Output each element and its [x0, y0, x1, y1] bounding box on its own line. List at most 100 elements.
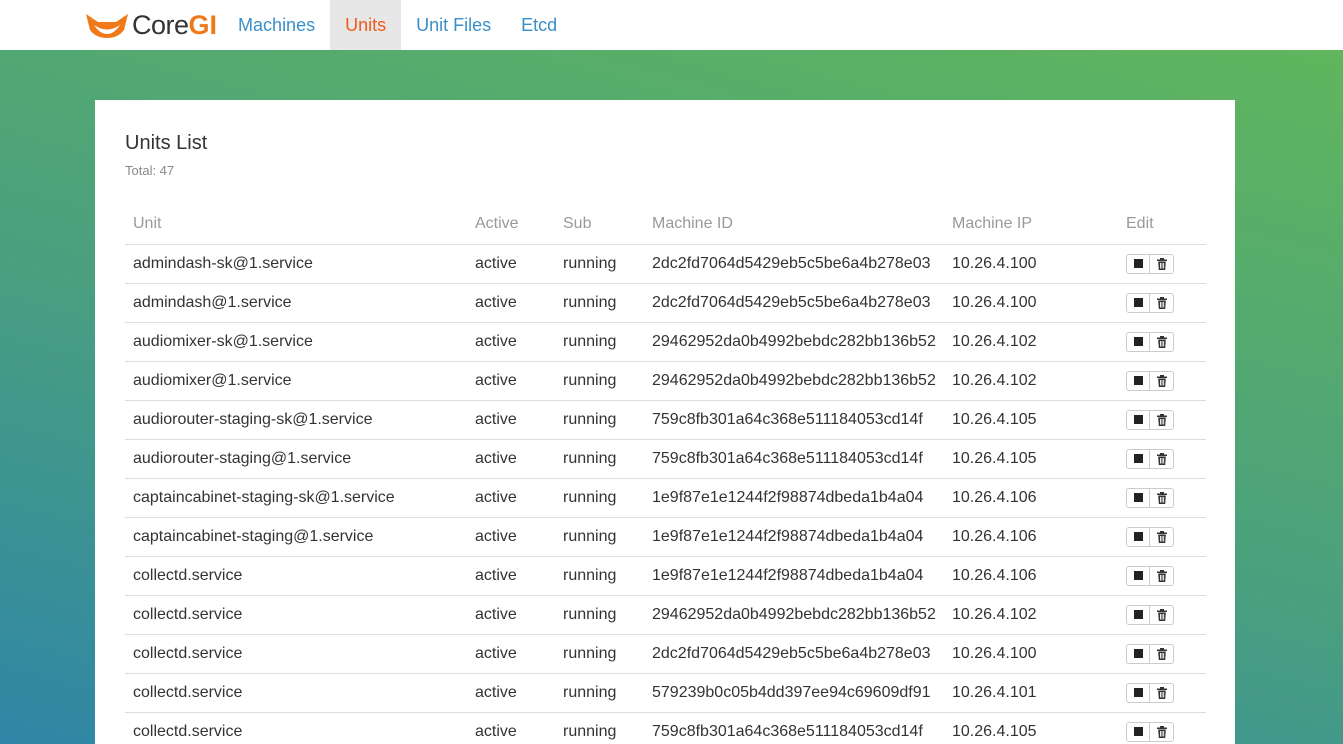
unit-machine-id: 759c8fb301a64c368e511184053cd14f: [644, 439, 944, 479]
unit-sub: running: [555, 478, 644, 518]
unit-machine-ip: 10.26.4.102: [944, 322, 1118, 362]
edit-button-group: [1126, 682, 1174, 703]
unit-machine-ip: 10.26.4.100: [944, 283, 1118, 323]
unit-sub: running: [555, 634, 644, 674]
stop-unit-button[interactable]: [1126, 565, 1150, 586]
unit-edit-cell: [1118, 673, 1206, 713]
units-table-body: admindash-sk@1.service active running 2dc2f…: [125, 244, 1206, 744]
table-row: admindash@1.service active running 2dc2fd70…: [125, 283, 1206, 323]
header-edit: Edit: [1118, 204, 1206, 245]
trash-icon: [1156, 647, 1167, 660]
delete-unit-button[interactable]: [1150, 448, 1174, 469]
stop-unit-button[interactable]: [1126, 448, 1150, 469]
delete-unit-button[interactable]: [1150, 370, 1174, 391]
stop-icon: [1133, 454, 1143, 463]
stop-unit-button[interactable]: [1126, 331, 1150, 352]
unit-machine-ip: 10.26.4.106: [944, 517, 1118, 557]
unit-active: active: [467, 517, 555, 557]
edit-button-group: [1126, 370, 1174, 391]
edit-button-group: [1126, 526, 1174, 547]
unit-name: collectd.service: [125, 673, 467, 713]
stop-icon: [1133, 649, 1143, 658]
unit-active: active: [467, 556, 555, 596]
unit-name: audiomixer@1.service: [125, 361, 467, 401]
unit-machine-ip: 10.26.4.102: [944, 361, 1118, 401]
top-navbar: Core GI Machines Units Unit Files Etcd: [0, 0, 1343, 50]
unit-name: admindash@1.service: [125, 283, 467, 323]
unit-name: captaincabinet-staging-sk@1.service: [125, 478, 467, 518]
brand-name-gi: GI: [188, 9, 218, 40]
units-panel: Units List Total: 47 Unit Active Sub Mac…: [95, 100, 1235, 744]
fox-logo-icon: [86, 14, 128, 38]
table-row: audiomixer-sk@1.service active running 2946…: [125, 322, 1206, 362]
delete-unit-button[interactable]: [1150, 292, 1174, 313]
unit-sub: running: [555, 361, 644, 401]
unit-active: active: [467, 244, 555, 284]
table-row: collectd.service active running 579239b0c05…: [125, 673, 1206, 713]
table-row: captaincabinet-staging@1.service active ru…: [125, 517, 1206, 557]
stop-unit-button[interactable]: [1126, 682, 1150, 703]
unit-machine-id: 759c8fb301a64c368e511184053cd14f: [644, 712, 944, 744]
stop-unit-button[interactable]: [1126, 370, 1150, 391]
nav-etcd[interactable]: Etcd: [506, 0, 572, 50]
unit-edit-cell: [1118, 283, 1206, 323]
nav-machines[interactable]: Machines: [223, 0, 330, 50]
unit-name: audiomixer-sk@1.service: [125, 322, 467, 362]
delete-unit-button[interactable]: [1150, 487, 1174, 508]
delete-unit-button[interactable]: [1150, 331, 1174, 352]
delete-unit-button[interactable]: [1150, 253, 1174, 274]
unit-machine-id: 1e9f87e1e1244f2f98874dbeda1b4a04: [644, 478, 944, 518]
stop-icon: [1133, 532, 1143, 541]
units-table: Unit Active Sub Machine ID Machine IP Ed…: [125, 204, 1206, 744]
stop-unit-button[interactable]: [1126, 409, 1150, 430]
unit-sub: running: [555, 556, 644, 596]
table-row: collectd.service active running 1e9f87e1e12…: [125, 556, 1206, 596]
header-sub: Sub: [555, 204, 644, 245]
stop-icon: [1133, 376, 1143, 385]
unit-active: active: [467, 361, 555, 401]
trash-icon: [1156, 296, 1167, 309]
unit-machine-ip: 10.26.4.101: [944, 673, 1118, 713]
trash-icon: [1156, 530, 1167, 543]
trash-icon: [1156, 335, 1167, 348]
stop-icon: [1133, 337, 1143, 346]
unit-machine-ip: 10.26.4.100: [944, 634, 1118, 674]
brand[interactable]: Core GI: [84, 0, 217, 50]
delete-unit-button[interactable]: [1150, 409, 1174, 430]
delete-unit-button[interactable]: [1150, 643, 1174, 664]
trash-icon: [1156, 413, 1167, 426]
table-row: admindash-sk@1.service active running 2dc2f…: [125, 244, 1206, 284]
unit-machine-ip: 10.26.4.106: [944, 556, 1118, 596]
unit-edit-cell: [1118, 556, 1206, 596]
unit-edit-cell: [1118, 595, 1206, 635]
unit-machine-id: 759c8fb301a64c368e511184053cd14f: [644, 400, 944, 440]
edit-button-group: [1126, 331, 1174, 352]
stop-unit-button[interactable]: [1126, 604, 1150, 625]
delete-unit-button[interactable]: [1150, 604, 1174, 625]
stop-unit-button[interactable]: [1126, 721, 1150, 742]
unit-name: collectd.service: [125, 595, 467, 635]
unit-active: active: [467, 439, 555, 479]
unit-machine-ip: 10.26.4.105: [944, 400, 1118, 440]
unit-active: active: [467, 634, 555, 674]
stop-unit-button[interactable]: [1126, 643, 1150, 664]
unit-edit-cell: [1118, 478, 1206, 518]
unit-sub: running: [555, 517, 644, 557]
stop-unit-button[interactable]: [1126, 526, 1150, 547]
edit-button-group: [1126, 487, 1174, 508]
delete-unit-button[interactable]: [1150, 682, 1174, 703]
unit-machine-ip: 10.26.4.100: [944, 244, 1118, 284]
delete-unit-button[interactable]: [1150, 526, 1174, 547]
delete-unit-button[interactable]: [1150, 721, 1174, 742]
table-row: collectd.service active running 29462952da0…: [125, 595, 1206, 635]
stop-unit-button[interactable]: [1126, 487, 1150, 508]
stop-unit-button[interactable]: [1126, 292, 1150, 313]
nav-units[interactable]: Units: [330, 0, 402, 50]
unit-active: active: [467, 478, 555, 518]
delete-unit-button[interactable]: [1150, 565, 1174, 586]
nav-unit-files[interactable]: Unit Files: [401, 0, 506, 50]
unit-machine-ip: 10.26.4.105: [944, 712, 1118, 744]
stop-unit-button[interactable]: [1126, 253, 1150, 274]
table-row: audiorouter-staging@1.service active runni…: [125, 439, 1206, 479]
stop-icon: [1133, 298, 1143, 307]
